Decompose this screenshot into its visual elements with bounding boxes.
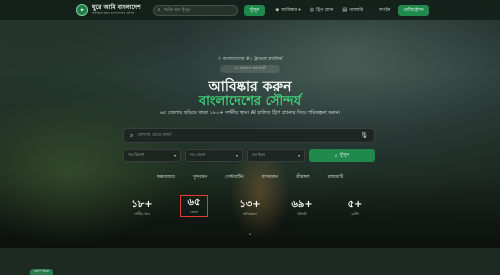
popular-destinations: কক্সবাজার সুন্দরবন সেন্টমার্টিন বান্দরবা… [0, 174, 500, 181]
stat-number: ৬৫ [187, 197, 201, 208]
filter-label: সব বিভাগ [128, 152, 145, 157]
hero-title: আবিষ্কার করুন [208, 79, 292, 95]
filter-label: সব ধরন [252, 152, 265, 157]
stat-districts: ৬৫ জেলা [180, 195, 208, 217]
destination-chip[interactable]: সেন্টমার্টিন [225, 174, 244, 181]
navbar: ✦ ঘুরে আমি বাংলাদেশ আবিষ্কার করুন বাংলাদ… [0, 0, 500, 20]
stat-places: ১৮+ দর্শনীয় স্থান [112, 200, 172, 218]
destination-chip[interactable]: শ্রীমঙ্গল [296, 174, 310, 181]
hero-badge: ✧ বাংলাদেশের #১ ট্রাভেল প্ল্যাটফর্ম [217, 57, 283, 62]
stat-label: রিভিউ [297, 212, 307, 216]
destination-chip[interactable]: বান্দরবান [262, 174, 278, 181]
compass-icon: ◈ [275, 7, 280, 13]
logo-subtitle: আবিষ্কার করুন বাংলাদেশের সৌন্দর্য [92, 11, 135, 15]
stat-label: অভিজ্ঞতা [243, 212, 257, 216]
filter-division-select[interactable]: সব বিভাগ ▾ [123, 149, 181, 162]
traveler-count-text: ২৫ হাজার+ ভ্রমণকারী [234, 66, 266, 70]
stat-label: দর্শনীয় স্থান [134, 212, 150, 216]
microphone-icon[interactable]: 🎙 [360, 132, 368, 139]
nav-search-button[interactable]: খুঁজুন [243, 4, 266, 16]
section-tag: ভ্রমণ গন্তব্য [30, 269, 54, 275]
search-icon: ⌕ [130, 131, 134, 139]
stats-row: ১৮+ দর্শনীয় স্থান ৬৫ জেলা ১৩+ অভিজ্ঞতা … [0, 195, 500, 222]
destination-chip[interactable]: কক্সবাজার [157, 174, 175, 181]
destination-chip[interactable]: রাঙ্গামাটি [328, 174, 344, 181]
filter-type-select[interactable]: সব ধরন ▾ [247, 149, 305, 162]
nav-link-gallery[interactable]: ▤ গ্যালারি [342, 7, 363, 14]
register-button[interactable]: রেজিস্ট্রেশন [398, 4, 429, 16]
nav-search-placeholder: পর্যটন স্থান খুঁজুন [163, 6, 191, 12]
next-section [0, 248, 500, 275]
traveler-count-pill: ২৫ হাজার+ ভ্রমণকারী [220, 65, 280, 73]
chevron-down-icon: ▾ [173, 153, 176, 158]
hero-search-placeholder: কোথায় যেতে চান? [137, 133, 172, 138]
destination-chip[interactable]: সুন্দরবন [193, 174, 207, 181]
hero-search-input[interactable]: ⌕ কোথায় যেতে চান? 🎙 [123, 128, 375, 143]
stat-number: ১৮+ [131, 199, 153, 210]
stat-number: ১৩+ [239, 199, 261, 210]
hero-search-button[interactable]: ⌕ খুঁজুন [309, 149, 375, 162]
hero-search-button-label: খুঁজুন [339, 153, 350, 158]
logo-icon[interactable]: ✦ [76, 4, 88, 16]
nav-link-label: গ্যালারি [349, 7, 364, 13]
stat-label: জেলা [189, 210, 199, 214]
stat-number: ৫+ [347, 199, 363, 210]
gallery-icon: ▤ [342, 7, 348, 13]
logo[interactable]: ঘুরে আমি বাংলাদেশ আবিষ্কার করুন বাংলাদেশ… [92, 5, 141, 15]
search-filters: সব বিভাগ ▾ সব জেলা ▾ সব ধরন ▾ ⌕ খুঁজুন [123, 149, 375, 162]
search-icon: ⌕ [157, 7, 161, 13]
stat-rating: ৫+ রেটিং [325, 200, 385, 218]
nav-link-trip-plan[interactable]: ◎ ট্রিপ প্ল্যান [310, 7, 334, 14]
search-icon: ⌕ [334, 153, 338, 159]
filter-district-select[interactable]: সব জেলা ▾ [185, 149, 243, 162]
stat-number: ৬৯+ [291, 199, 313, 210]
nav-link-discover[interactable]: ◈ আবিষ্কার ▾ [275, 7, 300, 14]
chevron-down-icon: ▾ [297, 153, 300, 158]
stat-reviews: ৬৯+ রিভিউ [272, 200, 332, 218]
map-pin-icon: ◎ [309, 7, 315, 13]
hero-subtitle: বাংলাদেশের সৌন্দর্য [198, 94, 302, 109]
stat-label: রেটিং [351, 212, 359, 216]
stat-experiences: ১৩+ অভিজ্ঞতা [220, 200, 280, 218]
chevron-down-icon: ▾ [235, 153, 238, 158]
scroll-down-icon[interactable]: ⌄ [0, 230, 500, 237]
login-link[interactable]: লগইন [379, 7, 390, 14]
nav-link-label: আবিষ্কার ▾ [281, 7, 301, 13]
nav-search-input[interactable]: ⌕ পর্যটন স্থান খুঁজুন [152, 4, 238, 16]
hero-lead: ৬৫ জেলায় ছড়িয়ে থাকা ১৮০+ দর্শনীয় স্থ… [159, 110, 341, 116]
filter-label: সব জেলা [190, 152, 206, 157]
nav-link-label: ট্রিপ প্ল্যান [316, 7, 334, 13]
